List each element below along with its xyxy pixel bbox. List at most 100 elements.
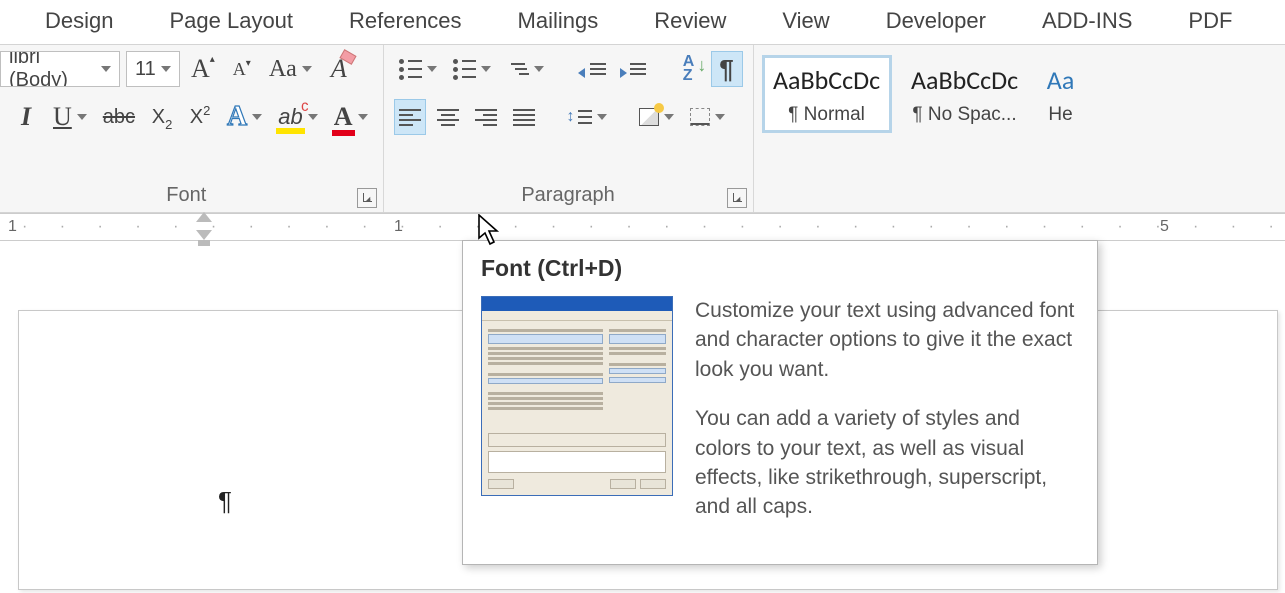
numbering-icon (453, 59, 476, 80)
ruler-number: 5 (1160, 218, 1169, 236)
font-name-value: libri (Body) (9, 51, 101, 87)
tab-addins[interactable]: ADD-INS (1042, 8, 1132, 34)
group-paragraph: AZ ¶ ↕ Paragraph (384, 45, 754, 212)
style-heading[interactable]: Aa He (1038, 55, 1078, 133)
superscript-icon: X2 (190, 106, 211, 129)
increase-indent-button[interactable] (617, 51, 651, 87)
style-preview: Aa (1045, 64, 1077, 96)
chevron-down-icon (302, 66, 312, 72)
highlight-button[interactable]: abᶜ (273, 99, 322, 135)
pilcrow-icon: ¶ (719, 54, 733, 85)
grow-font-icon: A (191, 56, 210, 82)
increase-indent-icon (622, 63, 646, 75)
multilevel-list-icon (507, 63, 529, 75)
ribbon: libri (Body) 11 A▴ A▾ Aa A I U abc X2 X2… (0, 45, 1285, 213)
line-spacing-button[interactable]: ↕ (562, 99, 612, 135)
tab-review[interactable]: Review (654, 8, 726, 34)
underline-button[interactable]: U (48, 99, 92, 135)
chevron-down-icon (161, 66, 171, 72)
ruler-ticks (0, 214, 1285, 240)
justify-button[interactable] (508, 99, 540, 135)
chevron-down-icon (101, 66, 111, 72)
style-name: He (1045, 104, 1077, 126)
shrink-font-icon: A (233, 60, 246, 78)
style-normal[interactable]: AaBbCcDc ¶ Normal (762, 55, 892, 133)
chevron-down-icon (481, 66, 491, 72)
text-effects-button[interactable]: A (222, 99, 267, 135)
align-right-button[interactable] (470, 99, 502, 135)
paragraph-mark: ¶ (218, 486, 232, 517)
chevron-down-icon (597, 114, 607, 120)
tab-mailings[interactable]: Mailings (518, 8, 599, 34)
align-center-icon (437, 109, 459, 126)
style-no-spacing[interactable]: AaBbCcDc ¶ No Spac... (900, 55, 1030, 133)
tab-references[interactable]: References (349, 8, 462, 34)
paragraph-dialog-launcher[interactable] (727, 188, 747, 208)
align-center-button[interactable] (432, 99, 464, 135)
tooltip-description: Customize your text using advanced font … (695, 296, 1079, 542)
sort-button[interactable]: AZ (673, 51, 705, 87)
tab-developer[interactable]: Developer (886, 8, 986, 34)
tooltip-title: Font (Ctrl+D) (481, 255, 1079, 282)
tab-page-layout[interactable]: Page Layout (169, 8, 293, 34)
justify-icon (513, 109, 535, 126)
multilevel-list-button[interactable] (502, 51, 549, 87)
italic-button[interactable]: I (10, 99, 42, 135)
tooltip-thumbnail (481, 296, 673, 496)
font-color-icon: A (334, 102, 353, 132)
align-left-button[interactable] (394, 99, 426, 135)
tab-design[interactable]: Design (45, 8, 113, 34)
show-hide-pilcrow-button[interactable]: ¶ (711, 51, 743, 87)
clear-formatting-button[interactable]: A (323, 51, 355, 87)
subscript-icon: X2 (152, 106, 173, 129)
change-case-icon: Aa (269, 56, 297, 83)
tab-pdf[interactable]: PDF (1188, 8, 1232, 34)
numbering-button[interactable] (448, 51, 496, 87)
chevron-down-icon (664, 114, 674, 120)
style-name: ¶ Normal (769, 104, 885, 126)
group-font: libri (Body) 11 A▴ A▾ Aa A I U abc X2 X2… (0, 45, 384, 212)
bullets-button[interactable] (394, 51, 442, 87)
style-name: ¶ No Spac... (907, 104, 1023, 126)
font-color-button[interactable]: A (329, 99, 373, 135)
font-dialog-launcher[interactable] (357, 188, 377, 208)
strikethrough-icon: abc (103, 106, 135, 129)
underline-icon: U (53, 102, 72, 132)
font-size-value: 11 (135, 58, 156, 81)
strikethrough-button[interactable]: abc (98, 99, 140, 135)
line-spacing-icon: ↕ (567, 110, 592, 124)
style-preview: AaBbCcDc (907, 64, 1023, 96)
align-right-icon (475, 109, 497, 126)
style-preview: AaBbCcDc (769, 64, 885, 96)
ruler-number: 1 (8, 218, 17, 236)
font-size-combo[interactable]: 11 (126, 51, 180, 87)
chevron-down-icon (427, 66, 437, 72)
decrease-indent-button[interactable] (577, 51, 611, 87)
borders-button[interactable] (685, 99, 730, 135)
font-name-combo[interactable]: libri (Body) (0, 51, 120, 87)
shading-button[interactable] (634, 99, 679, 135)
borders-icon (690, 108, 710, 126)
chevron-down-icon (715, 114, 725, 120)
tooltip-font-dialog: Font (Ctrl+D) (462, 240, 1098, 565)
shrink-font-button[interactable]: A▾ (226, 51, 258, 87)
align-left-icon (399, 109, 421, 126)
chevron-down-icon (358, 114, 368, 120)
grow-font-button[interactable]: A▴ (186, 51, 220, 87)
font-group-label: Font (166, 184, 206, 207)
tab-view[interactable]: View (782, 8, 829, 34)
subscript-button[interactable]: X2 (146, 99, 178, 135)
bullets-icon (399, 59, 422, 80)
highlight-icon: abᶜ (278, 104, 302, 130)
ruler-margin-marker[interactable] (196, 212, 212, 234)
change-case-button[interactable]: Aa (264, 51, 317, 87)
text-effects-icon: A (227, 101, 247, 133)
chevron-down-icon (308, 114, 318, 120)
decrease-indent-icon (582, 63, 606, 75)
sort-icon: AZ (683, 55, 695, 84)
superscript-button[interactable]: X2 (184, 99, 216, 135)
chevron-down-icon (77, 114, 87, 120)
ruler[interactable]: 1 1 5 (0, 213, 1285, 241)
chevron-down-icon (252, 114, 262, 120)
ribbon-tabs: Design Page Layout References Mailings R… (0, 0, 1285, 45)
